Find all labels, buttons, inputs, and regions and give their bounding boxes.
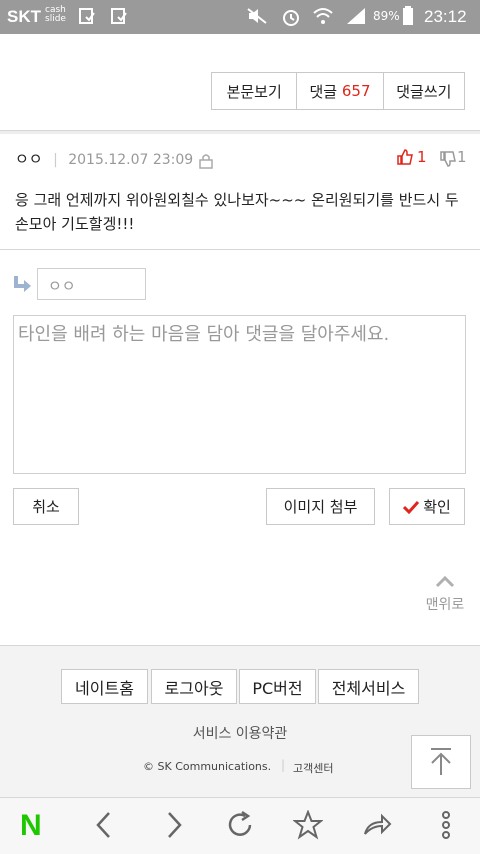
- comment-datetime: 2015.12.07 23:09: [68, 152, 194, 168]
- likes-count: 1: [417, 148, 427, 166]
- share-icon[interactable]: [362, 810, 392, 840]
- checkmark-icon: [403, 500, 420, 514]
- arrow-up-icon: [431, 748, 451, 775]
- footer-separator: |: [281, 758, 286, 772]
- bookmark-star-icon[interactable]: [293, 810, 323, 840]
- comment-author: ㅇㅇ: [15, 150, 43, 168]
- forward-icon[interactable]: [158, 810, 188, 840]
- scroll-top-label: 맨위로: [425, 597, 465, 613]
- support-link[interactable]: 고객센터: [293, 760, 333, 776]
- download-icon: [79, 8, 95, 24]
- article-toolbar: 본문보기 댓글 657 댓글쓰기: [211, 72, 465, 110]
- back-icon[interactable]: [90, 810, 120, 840]
- footer-button-all-services[interactable]: 전체서비스: [318, 669, 419, 704]
- scroll-top-button[interactable]: [411, 735, 471, 789]
- confirm-label: 확인: [423, 498, 451, 516]
- footer: 네이트홈 로그아웃 PC버전 전체서비스 서비스 이용약관 © SK Commu…: [0, 645, 480, 798]
- write-comment-button[interactable]: 댓글쓰기: [384, 73, 464, 109]
- comments-count: 657: [341, 82, 371, 100]
- download-icon: [111, 8, 127, 24]
- refresh-icon[interactable]: [225, 810, 255, 840]
- cash-slide-label: cash slide: [45, 5, 66, 24]
- battery-percent: 89%: [373, 9, 400, 23]
- clock: 23:12: [424, 7, 467, 26]
- comment-text: 응 그래 언제까지 위아원외칠수 있나보자~~~ 온리원되기를 반드시 두손모아…: [15, 191, 459, 233]
- more-icon[interactable]: [431, 810, 461, 840]
- meta-separator: |: [53, 152, 58, 168]
- reply-arrow-icon: [14, 276, 31, 292]
- confirm-button[interactable]: 확인: [389, 488, 465, 525]
- scroll-top-link[interactable]: 맨위로: [420, 573, 470, 614]
- chevron-up-icon: [435, 575, 455, 588]
- terms-link[interactable]: 서비스 이용약관: [0, 723, 480, 743]
- comment-textarea[interactable]: [13, 315, 466, 474]
- status-bar: SKT cash slide 89% 23:12: [0, 0, 480, 34]
- scrolled-content-remnant: [0, 34, 480, 38]
- comments-label: 댓글: [309, 82, 338, 101]
- footer-button-nate-home[interactable]: 네이트홈: [61, 669, 148, 704]
- view-body-button[interactable]: 본문보기: [212, 73, 298, 109]
- footer-button-pc-version[interactable]: PC버전: [239, 669, 316, 704]
- naver-n-icon[interactable]: N: [20, 811, 50, 841]
- browser-nav-bar: N: [0, 797, 480, 854]
- thumbs-down-icon[interactable]: [440, 151, 456, 167]
- signal-icon: [347, 8, 365, 24]
- cancel-button[interactable]: 취소: [13, 488, 79, 525]
- section-divider: [0, 130, 480, 134]
- comment-meta: ㅇㅇ | 2015.12.07 23:09: [15, 148, 193, 169]
- copyright-text: © SK Communications.: [143, 760, 272, 773]
- nickname-field[interactable]: ㅇㅇ: [37, 268, 146, 300]
- lock-icon: [199, 154, 213, 169]
- attach-image-button[interactable]: 이미지 첨부: [266, 488, 375, 525]
- battery-icon: [403, 6, 413, 25]
- alarm-icon: [283, 10, 299, 26]
- thumbs-up-icon[interactable]: [397, 149, 413, 165]
- comments-button[interactable]: 댓글 657: [297, 73, 384, 109]
- dislikes-count: 1: [457, 148, 467, 166]
- mute-icon: [247, 8, 267, 24]
- wifi-icon: [313, 8, 333, 24]
- footer-button-logout[interactable]: 로그아웃: [151, 669, 237, 704]
- carrier-label: SKT: [7, 7, 41, 26]
- section-divider: [0, 249, 480, 250]
